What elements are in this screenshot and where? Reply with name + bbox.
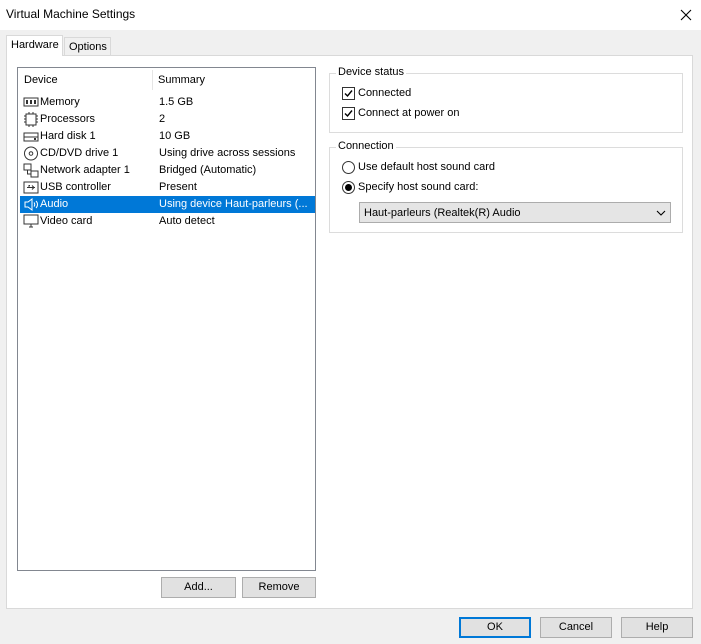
device-status-title: Device status: [336, 66, 407, 78]
device-row-audio[interactable]: Audio Using device Haut-parleurs (...: [20, 196, 315, 213]
device-summary: 10 GB: [159, 130, 191, 142]
checkmark-icon: [344, 90, 353, 98]
device-row-cd-dvd[interactable]: CD/DVD drive 1 Using drive across sessio…: [20, 145, 315, 162]
close-icon: [680, 9, 692, 21]
device-name: Memory: [40, 96, 80, 108]
column-separator[interactable]: [152, 70, 153, 90]
connection-title: Connection: [336, 140, 396, 152]
checkmark-icon: [344, 110, 353, 118]
window-title: Virtual Machine Settings: [6, 7, 136, 21]
sound-card-select[interactable]: Haut-parleurs (Realtek(R) Audio: [359, 202, 671, 223]
specify-sound-card-label[interactable]: Specify host sound card:: [358, 181, 478, 193]
device-summary: Bridged (Automatic): [159, 164, 257, 176]
network-adapter-icon: [23, 163, 39, 178]
default-sound-card-radio[interactable]: [342, 161, 355, 174]
specify-sound-card-radio[interactable]: [342, 181, 355, 194]
column-header-device[interactable]: Device: [24, 74, 58, 86]
device-summary: 1.5 GB: [159, 96, 194, 108]
tab-options[interactable]: Options: [64, 37, 111, 56]
tab-hardware[interactable]: Hardware: [6, 35, 63, 56]
close-button[interactable]: [671, 0, 701, 30]
device-row-video-card[interactable]: Video card Auto detect: [20, 213, 315, 230]
device-summary: Using drive across sessions: [159, 147, 296, 159]
connect-at-power-on-checkbox[interactable]: [342, 107, 355, 120]
remove-button[interactable]: Remove: [242, 577, 316, 598]
cd-dvd-icon: [24, 146, 38, 161]
device-row-hard-disk[interactable]: Hard disk 1 10 GB: [20, 128, 315, 145]
title-bar: Virtual Machine Settings: [0, 0, 701, 30]
monitor-icon: [23, 214, 39, 228]
hard-disk-icon: [23, 132, 39, 142]
device-name: CD/DVD drive 1: [40, 147, 119, 159]
device-name: Network adapter 1: [40, 164, 130, 176]
device-row-processors[interactable]: Processors 2: [20, 111, 315, 128]
device-row-memory[interactable]: Memory 1.5 GB: [20, 94, 315, 111]
connected-label[interactable]: Connected: [358, 87, 411, 99]
device-name: USB controller: [40, 181, 111, 193]
chevron-down-icon: [656, 210, 666, 216]
hardware-panel: Device Summary Memory 1.5 GB Processors …: [6, 55, 693, 609]
connected-checkbox[interactable]: [342, 87, 355, 100]
device-status-group: Device status Connected Connect at power…: [329, 66, 683, 133]
device-row-network-adapter[interactable]: Network adapter 1 Bridged (Automatic): [20, 162, 315, 179]
speaker-icon: [24, 198, 38, 211]
device-summary: Using device Haut-parleurs (...: [159, 198, 308, 210]
connect-at-power-on-label[interactable]: Connect at power on: [358, 107, 460, 119]
sound-card-value: Haut-parleurs (Realtek(R) Audio: [364, 207, 521, 219]
processor-icon: [24, 112, 38, 127]
connection-group: Connection Use default host sound card S…: [329, 140, 683, 233]
device-name: Processors: [40, 113, 96, 125]
help-button[interactable]: Help: [621, 617, 693, 638]
memory-icon: [23, 97, 39, 107]
default-sound-card-label[interactable]: Use default host sound card: [358, 161, 495, 173]
cancel-button[interactable]: Cancel: [540, 617, 612, 638]
device-list[interactable]: Device Summary Memory 1.5 GB Processors …: [17, 67, 316, 571]
ok-button[interactable]: OK: [459, 617, 531, 638]
device-summary: Present: [159, 181, 197, 193]
device-name: Hard disk 1: [40, 130, 96, 142]
column-header-summary[interactable]: Summary: [158, 74, 205, 86]
device-summary: 2: [159, 113, 166, 125]
add-button[interactable]: Add...: [161, 577, 236, 598]
usb-icon: [23, 181, 39, 194]
device-summary: Auto detect: [159, 215, 215, 227]
device-row-usb-controller[interactable]: USB controller Present: [20, 179, 315, 196]
device-name: Audio: [40, 198, 69, 210]
device-name: Video card: [40, 215, 93, 227]
device-list-header: Device Summary: [18, 68, 315, 92]
